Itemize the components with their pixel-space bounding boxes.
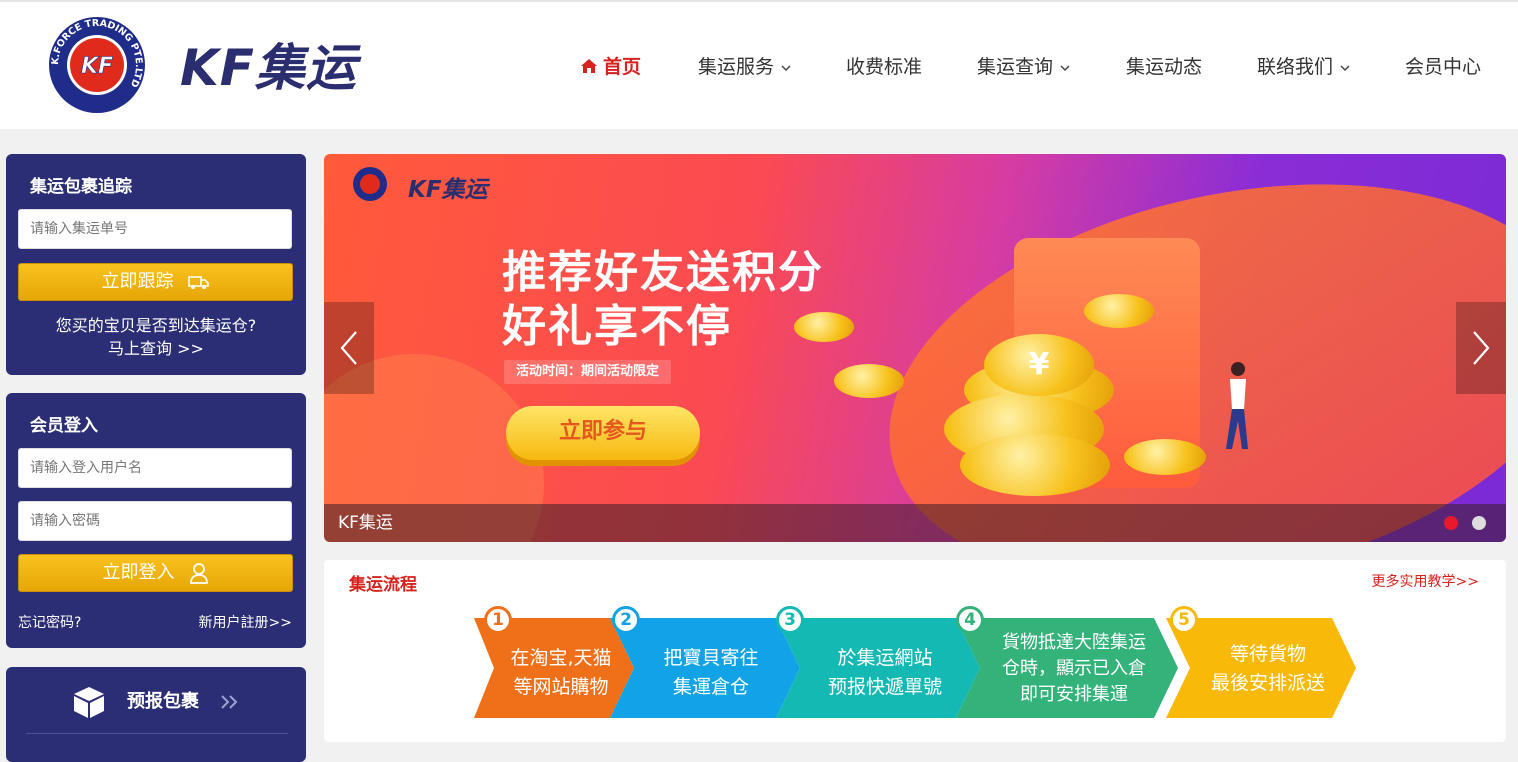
chevron-down-icon [781,64,791,71]
track-now-button[interactable]: 立即跟踪 [18,263,293,301]
chevron-right-icon [1473,331,1490,365]
step-text: 在淘宝,天猫 等网站購物 [494,644,628,702]
nav-label: 集运服务 [698,56,775,78]
hint-question: 您买的宝贝是否到达集运仓? [55,316,257,335]
banner-headline: 推荐好友送积分 好礼享不停 [502,246,824,354]
step-text: 等待貨物 最後安排派送 [1190,640,1346,698]
tracking-number-input[interactable] [18,209,292,249]
track-now-label: 立即跟踪 [101,271,174,292]
shipping-process-section: 集运流程 更多实用教学>> 1 在淘宝,天猫 等网站購物 2 把寶貝寄往 集運倉… [324,560,1506,742]
process-step-3: 3 於集运網站 预报快遞單號 [776,606,980,718]
small-coin-illustration [1124,439,1206,475]
flying-coin-illustration [834,364,904,398]
nav-label: 集运查询 [977,56,1054,78]
coin-stack-illustration [960,434,1110,496]
step-line: 貨物抵達大陸集运 [1002,632,1146,653]
nav-label: 联络我们 [1257,56,1334,78]
step-line: 集運倉仓 [672,676,749,698]
process-title: 集运流程 [349,575,417,595]
slide-caption: KF集运 [338,513,393,533]
nav-shipping-service[interactable]: 集运服务 [698,42,793,92]
banner-badge-logo [353,167,387,201]
step-line: 仓時，顯示已入倉 [1002,658,1146,679]
truck-icon [187,276,209,289]
nav-label: 收费标准 [846,56,923,78]
step-line: 等待貨物 [1229,643,1306,665]
package-box-icon [74,687,104,718]
company-badge-logo[interactable]: K.FORCE TRADING PTE.LTD KF [48,16,146,114]
promo-banner-carousel: KF集运 推荐好友送积分 好礼享不停 活动时间：期间活动限定 立即参与 ¥ KF… [324,154,1506,542]
prereport-label: 预报包裹 [127,691,199,712]
nav-label: 集运动态 [1126,56,1203,78]
password-input[interactable] [18,501,292,541]
banner-headline-line1: 推荐好友送积分 [502,247,824,298]
login-button[interactable]: 立即登入 [18,554,293,592]
process-step-2: 2 把寶貝寄往 集運倉仓 [610,606,800,718]
step-line: 预报快遞單號 [827,676,942,698]
carousel-next-button[interactable] [1456,302,1506,394]
carousel-dot[interactable] [1472,516,1486,530]
more-tutorials-link[interactable]: 更多实用教学>> [1372,571,1479,591]
prereport-panel: 预报包裹 [6,667,306,762]
nav-shipping-query[interactable]: 集运查询 [977,42,1072,92]
carousel-prev-button[interactable] [324,302,374,394]
activity-time-label: 活动时间：期间活动限定 [504,360,672,384]
step-line: 於集运網站 [837,647,933,669]
step-number-badge: 1 [484,606,512,634]
check-now-link[interactable]: 马上查询 >> [6,337,306,360]
flying-coin-illustration [1084,294,1154,328]
panel-divider [26,733,288,734]
site-logo-text[interactable]: KF集运 [180,36,357,100]
home-icon [581,59,597,73]
step-line: 在淘宝,天猫 [510,647,612,669]
warehouse-arrival-hint: 您买的宝贝是否到达集运仓? 马上查询 >> [6,314,306,360]
chevron-down-icon [1060,64,1070,71]
login-button-label: 立即登入 [102,562,175,583]
banner-logo-text: KF集运 [408,177,488,203]
step-number-badge: 5 [1170,606,1198,634]
nav-home-label: 首页 [603,56,642,78]
carousel-dot-active[interactable] [1444,516,1458,530]
tracking-panel: 集运包裹追踪 立即跟踪 您买的宝贝是否到达集运仓? 马上查询 >> [6,154,306,375]
step-line: 即可安排集運 [1020,684,1128,705]
register-link[interactable]: 新用户註册>> [199,612,292,632]
forgot-password-link[interactable]: 忘记密码? [18,612,81,632]
badge-mark-text: KF [81,54,113,79]
step-line: 把寶貝寄往 [663,647,759,669]
big-coin-illustration: ¥ [984,334,1094,396]
step-text: 貨物抵達大陸集运 仓時，顯示已入倉 即可安排集運 [980,630,1168,708]
flying-coin-illustration [794,312,854,342]
chevron-left-icon [340,331,357,365]
person-illustration [1226,362,1248,449]
step-text: 把寶貝寄往 集運倉仓 [636,644,786,702]
chevron-down-icon [1340,64,1350,71]
step-line: 最後安排派送 [1210,672,1325,694]
nav-pricing[interactable]: 收费标准 [846,42,922,92]
coin-symbol: ¥ [1028,347,1050,382]
double-chevron-right-icon [221,695,238,709]
step-number-badge: 2 [612,606,640,634]
site-header: K.FORCE TRADING PTE.LTD KF KF集运 首页 集运服务 … [0,2,1518,129]
step-text: 於集运網站 预报快遞單號 [802,644,968,702]
step-line: 等网站購物 [513,676,609,698]
join-now-button[interactable]: 立即参与 [506,406,700,460]
step-number-badge: 3 [776,606,804,634]
username-input[interactable] [18,448,292,488]
process-step-5: 5 等待貨物 最後安排派送 [1166,606,1356,718]
carousel-caption-bar: KF集运 [324,504,1506,542]
nav-member-center[interactable]: 会员中心 [1405,42,1481,92]
prereport-package-button[interactable]: 预报包裹 [6,677,306,727]
tracking-title: 集运包裹追踪 [30,177,132,197]
process-step-4: 4 貨物抵達大陸集运 仓時，顯示已入倉 即可安排集運 [956,606,1178,718]
user-icon [189,563,208,584]
nav-home[interactable]: 首页 [580,42,641,92]
nav-contact[interactable]: 联络我们 [1257,42,1352,92]
banner-headline-line2: 好礼享不停 [502,301,732,352]
login-title: 会员登入 [30,416,98,436]
nav-shipping-news[interactable]: 集运动态 [1126,42,1202,92]
member-login-panel: 会员登入 立即登入 忘记密码? 新用户註册>> [6,393,306,648]
nav-label: 会员中心 [1405,56,1482,78]
